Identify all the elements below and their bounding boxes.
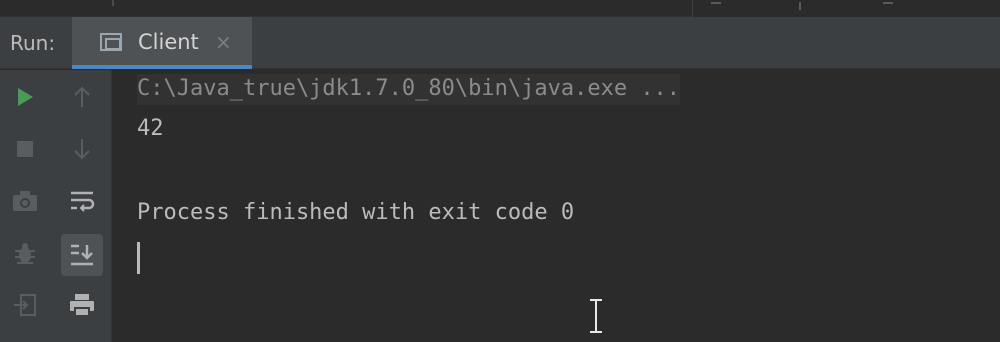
exit-message: Process finished with exit code 0 (137, 200, 575, 225)
run-icon[interactable] (6, 78, 44, 116)
console-icon (100, 33, 122, 51)
command-line: C:\Java_true\jdk1.7.0_80\bin\java.exe ..… (137, 74, 681, 105)
up-arrow-icon[interactable] (63, 78, 101, 116)
soft-wrap-icon[interactable] (63, 182, 101, 220)
down-arrow-icon[interactable] (63, 130, 101, 168)
console-output[interactable]: C:\Java_true\jdk1.7.0_80\bin\java.exe ..… (113, 70, 1000, 342)
tab-client[interactable]: Client × (72, 17, 252, 69)
run-toolbar (0, 70, 112, 342)
debug-icon[interactable] (6, 234, 44, 272)
editor-fragment (799, 2, 801, 10)
editor-right-pane (692, 0, 1000, 17)
run-tool-header: Run: Client × (0, 17, 1000, 69)
run-label: Run: (10, 31, 56, 55)
stop-icon[interactable] (6, 130, 44, 168)
camera-icon[interactable] (6, 182, 44, 220)
ibeam-cursor-icon (590, 299, 602, 333)
tab-label: Client (138, 30, 199, 54)
editor-strip (0, 0, 1000, 17)
scroll-to-end-icon[interactable] (61, 234, 103, 276)
text-caret (137, 242, 140, 274)
editor-fragment (711, 2, 721, 8)
editor-fragment (883, 2, 893, 8)
print-icon[interactable] (63, 286, 101, 324)
close-icon[interactable]: × (215, 30, 232, 54)
program-output: 42 (137, 116, 164, 141)
gutter-mark (112, 0, 114, 6)
import-icon[interactable] (6, 286, 44, 324)
